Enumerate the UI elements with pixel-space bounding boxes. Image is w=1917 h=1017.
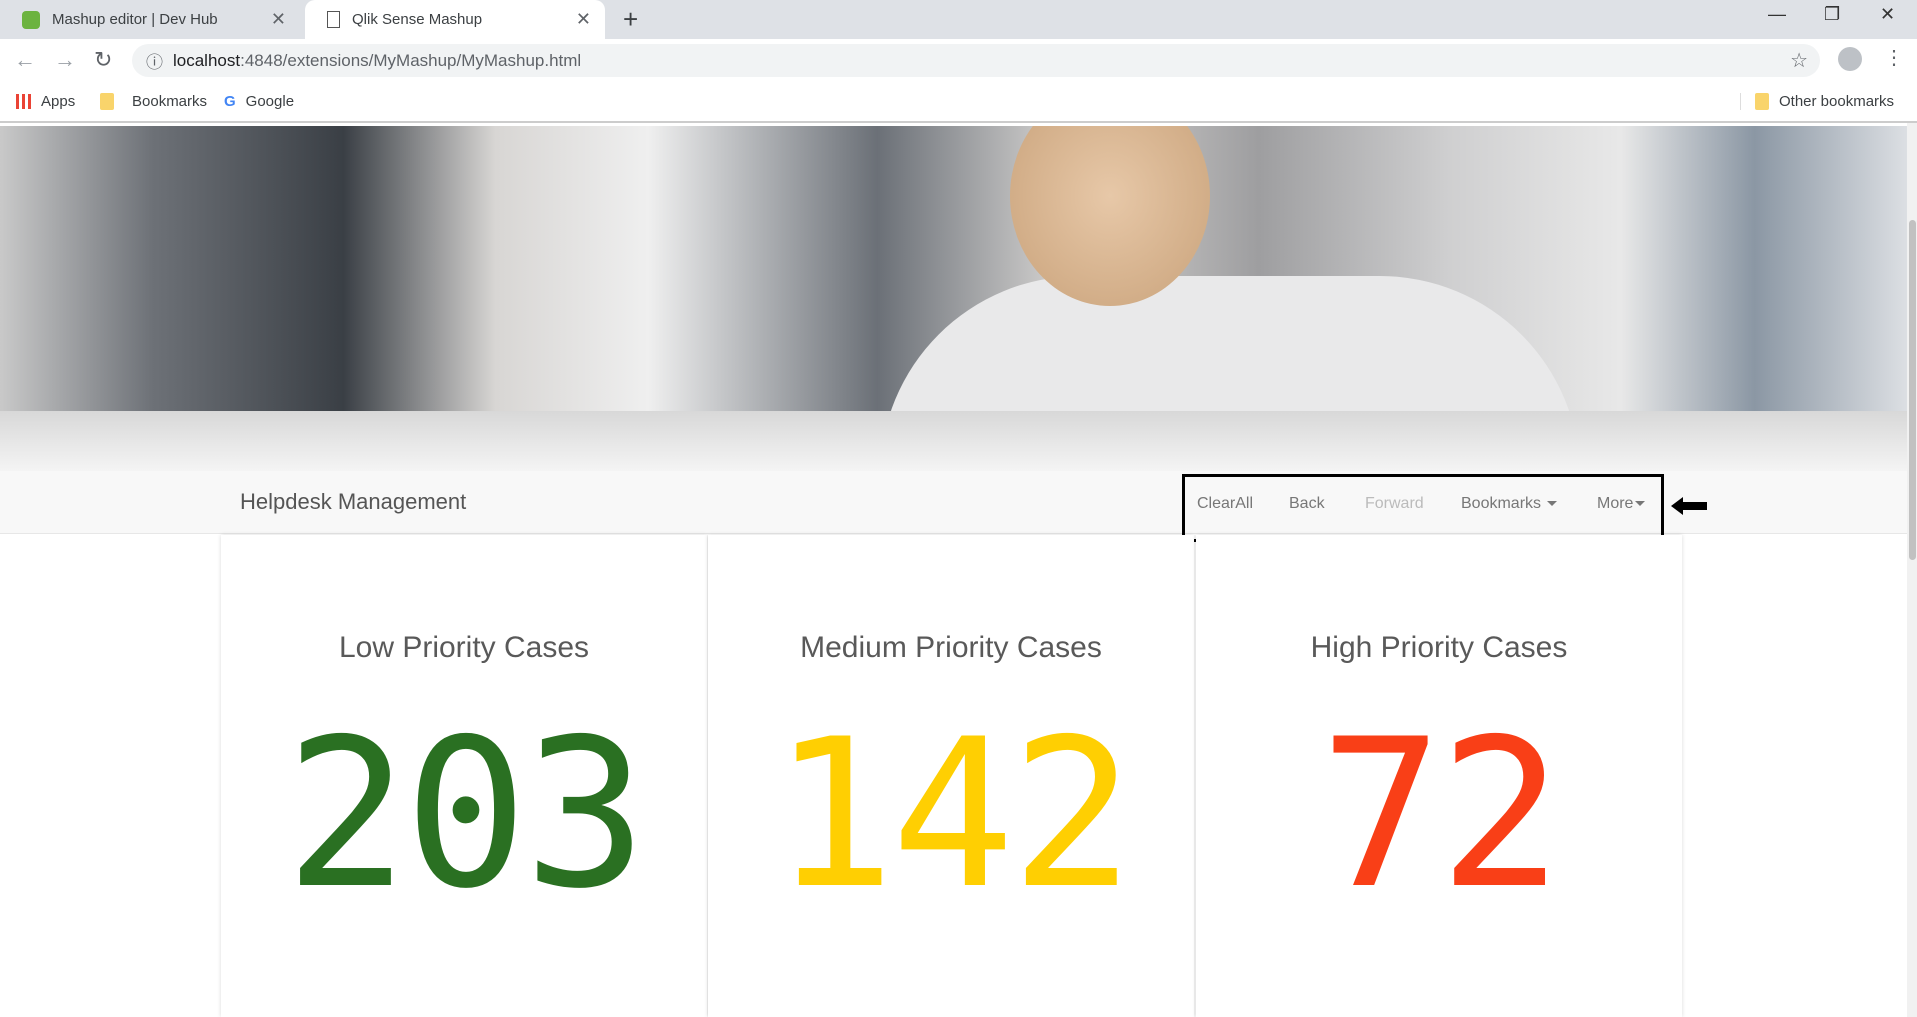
mashup-navbar: Helpdesk Management ClearAll Back Forwar…: [0, 471, 1907, 542]
page-scrollbar[interactable]: [1907, 123, 1917, 1017]
url-input[interactable]: ⓘ localhost:4848/extensions/MyMashup/MyM…: [132, 44, 1820, 77]
url-path: :4848/extensions/MyMashup/MyMashup.html: [240, 50, 582, 70]
kpi-title: High Priority Cases: [1310, 631, 1568, 664]
tab-title: Mashup editor | Dev Hub: [52, 11, 218, 28]
kpi-title: Medium Priority Cases: [800, 631, 1102, 664]
bookmark-label: Bookmarks: [132, 93, 208, 110]
tab-strip: Mashup editor | Dev Hub ✕ Qlik Sense Mas…: [0, 0, 1917, 39]
back-arrow-icon[interactable]: ←: [14, 47, 36, 73]
kpi-title: Low Priority Cases: [338, 631, 590, 664]
bookmark-label: Google: [245, 93, 295, 110]
close-window-icon[interactable]: ✕: [1880, 4, 1895, 25]
bookmarks-label: Bookmarks: [1461, 495, 1542, 512]
kpi-card-high: High Priority Cases 72: [1196, 535, 1682, 1017]
other-bookmarks[interactable]: Other bookmarks: [1740, 93, 1894, 110]
close-tab-icon[interactable]: ✕: [576, 9, 591, 30]
address-bar-row: ← → ↻ ⓘ localhost:4848/extensions/MyMash…: [0, 39, 1917, 81]
navbar-brand[interactable]: Helpdesk Management: [240, 489, 466, 515]
back-button[interactable]: Back: [1289, 495, 1325, 513]
bookmark-apps[interactable]: Apps: [16, 93, 75, 110]
scrollbar-thumb[interactable]: [1909, 220, 1916, 560]
profile-avatar[interactable]: [1838, 47, 1862, 71]
folder-icon: [1755, 93, 1769, 110]
kpi-card-medium: Medium Priority Cases 142: [708, 535, 1194, 1017]
pointer-arrow-icon: [1671, 497, 1707, 515]
forward-arrow-icon[interactable]: →: [54, 47, 76, 73]
new-tab-icon[interactable]: +: [623, 4, 638, 35]
clear-all-button[interactable]: ClearAll: [1197, 495, 1253, 513]
bookmark-label: Apps: [41, 93, 76, 110]
info-icon: ⓘ: [146, 53, 163, 72]
minimize-icon[interactable]: —: [1768, 4, 1786, 25]
caret-down-icon: [1547, 501, 1558, 507]
folder-icon: [100, 93, 114, 110]
more-dropdown[interactable]: More: [1597, 495, 1646, 513]
page-icon: [327, 11, 340, 28]
star-icon[interactable]: ☆: [1790, 48, 1808, 73]
kpi-value: 72: [1319, 696, 1563, 934]
reload-icon[interactable]: ↻: [94, 47, 112, 73]
apps-grid-icon: [16, 94, 31, 109]
bookmarks-dropdown[interactable]: Bookmarks: [1461, 495, 1558, 513]
qlik-icon: [22, 10, 40, 29]
kpi-value: 203: [284, 696, 647, 934]
forward-button[interactable]: Forward: [1365, 495, 1424, 513]
caret-down-icon: [1635, 501, 1646, 507]
kpi-value: 142: [771, 696, 1134, 934]
bookmark-google[interactable]: G Google: [224, 93, 294, 110]
close-tab-icon[interactable]: ✕: [271, 9, 286, 30]
restore-icon[interactable]: ❐: [1824, 4, 1840, 25]
hero-image: [0, 126, 1907, 471]
kpi-card-low: Low Priority Cases 203: [221, 535, 707, 1017]
tab-mashup-editor[interactable]: Mashup editor | Dev Hub ✕: [0, 0, 300, 39]
tab-qlik-sense-mashup[interactable]: Qlik Sense Mashup ✕: [305, 0, 605, 39]
menu-icon[interactable]: ⋮: [1884, 45, 1904, 70]
url-host: localhost: [173, 50, 241, 70]
google-icon: G: [224, 93, 236, 110]
bookmarks-bar: Apps Bookmarks G Google Other bookmarks: [0, 81, 1917, 123]
tab-title: Qlik Sense Mashup: [352, 11, 483, 28]
more-label: More: [1597, 495, 1634, 512]
navbar-actions-highlight: ClearAll Back Forward Bookmarks More: [1182, 474, 1664, 542]
bookmark-label: Other bookmarks: [1779, 93, 1895, 110]
bookmark-bookmarks[interactable]: Bookmarks: [100, 93, 207, 110]
